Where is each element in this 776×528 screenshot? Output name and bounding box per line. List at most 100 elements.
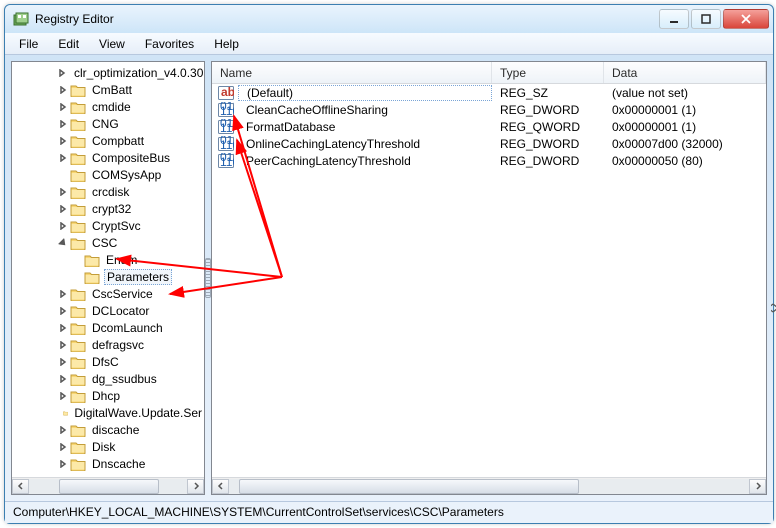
tree-node[interactable]: CmBatt xyxy=(16,81,204,98)
tree-node[interactable]: clr_optimization_v4.0.30 xyxy=(16,64,204,81)
list-horizontal-scrollbar[interactable] xyxy=(212,477,766,494)
column-type[interactable]: Type xyxy=(492,62,604,83)
tree-node[interactable]: CompositeBus xyxy=(16,149,204,166)
titlebar[interactable]: Registry Editor xyxy=(5,5,773,33)
scroll-right-icon[interactable] xyxy=(749,479,766,494)
value-name: (Default) xyxy=(238,85,492,101)
svg-text:110: 110 xyxy=(220,121,234,135)
scroll-thumb[interactable] xyxy=(239,479,579,494)
scroll-right-icon[interactable] xyxy=(187,479,204,494)
minimize-button[interactable] xyxy=(659,9,689,29)
folder-icon xyxy=(70,321,86,335)
tree-node[interactable]: Enum xyxy=(16,251,204,268)
expand-icon[interactable] xyxy=(58,442,68,452)
scroll-left-icon[interactable] xyxy=(12,479,29,494)
tree-horizontal-scrollbar[interactable] xyxy=(12,477,204,494)
menu-help[interactable]: Help xyxy=(204,34,249,54)
value-row[interactable]: 011110PeerCachingLatencyThresholdREG_DWO… xyxy=(212,152,766,169)
expand-icon[interactable] xyxy=(58,119,68,129)
scroll-left-icon[interactable] xyxy=(212,479,229,494)
tree-node[interactable]: CNG xyxy=(16,115,204,132)
tree-node[interactable]: COMSysApp xyxy=(16,166,204,183)
folder-icon xyxy=(70,304,86,318)
tree-node[interactable]: Dhcp xyxy=(16,387,204,404)
tree-node[interactable]: Parameters xyxy=(16,268,204,285)
expand-icon[interactable] xyxy=(58,68,66,78)
scroll-thumb[interactable] xyxy=(59,479,159,494)
value-data: 0x00000050 (80) xyxy=(604,154,766,168)
expand-icon[interactable] xyxy=(58,340,68,350)
tree-node[interactable]: cmdide xyxy=(16,98,204,115)
expand-icon[interactable] xyxy=(58,221,68,231)
folder-icon xyxy=(70,287,86,301)
value-row[interactable]: 011110CleanCacheOfflineSharingREG_DWORD0… xyxy=(212,101,766,118)
tree-node-label: COMSysApp xyxy=(90,168,163,182)
close-button[interactable] xyxy=(723,9,769,29)
menu-file[interactable]: File xyxy=(9,34,48,54)
svg-text:110: 110 xyxy=(220,104,234,118)
expand-icon[interactable] xyxy=(58,323,68,333)
tree-node[interactable]: DcomLaunch xyxy=(16,319,204,336)
expand-icon[interactable] xyxy=(58,374,68,384)
tree-node[interactable]: DfsC xyxy=(16,353,204,370)
tree-node-label: defragsvc xyxy=(90,338,146,352)
tree-node-label: DigitalWave.Update.Ser xyxy=(72,406,204,420)
value-type: REG_DWORD xyxy=(492,103,604,117)
expand-icon[interactable] xyxy=(58,153,68,163)
column-name[interactable]: Name xyxy=(212,62,492,83)
tree-node[interactable]: discache xyxy=(16,421,204,438)
expand-icon[interactable] xyxy=(58,187,68,197)
expand-icon[interactable] xyxy=(58,357,68,367)
value-type: REG_DWORD xyxy=(492,154,604,168)
expand-icon[interactable] xyxy=(58,85,68,95)
reg-binary-icon: 011110 xyxy=(218,119,234,135)
value-name: OnlineCachingLatencyThreshold xyxy=(238,137,492,151)
tree-node[interactable]: dg_ssudbus xyxy=(16,370,204,387)
tree-node[interactable]: Compbatt xyxy=(16,132,204,149)
expand-icon[interactable] xyxy=(58,306,68,316)
tree-node[interactable]: CryptSvc xyxy=(16,217,204,234)
tree-node-label: Enum xyxy=(104,253,139,267)
tree-node[interactable]: DCLocator xyxy=(16,302,204,319)
tree-node[interactable]: Disk xyxy=(16,438,204,455)
expand-icon[interactable] xyxy=(58,425,68,435)
tree-node[interactable]: CscService xyxy=(16,285,204,302)
tree-node[interactable]: crypt32 xyxy=(16,200,204,217)
maximize-button[interactable] xyxy=(691,9,721,29)
list-body[interactable]: ab(Default)REG_SZ(value not set)011110Cl… xyxy=(212,84,766,477)
tree-node[interactable]: crcdisk xyxy=(16,183,204,200)
expand-icon[interactable] xyxy=(58,391,68,401)
folder-icon xyxy=(70,440,86,454)
tree-node-label: crcdisk xyxy=(90,185,131,199)
menu-edit[interactable]: Edit xyxy=(48,34,89,54)
value-row[interactable]: ab(Default)REG_SZ(value not set) xyxy=(212,84,766,101)
tree-node-label: DcomLaunch xyxy=(90,321,165,335)
folder-icon xyxy=(70,134,86,148)
expand-icon[interactable] xyxy=(58,289,68,299)
menu-favorites[interactable]: Favorites xyxy=(135,34,204,54)
tree-scroll[interactable]: clr_optimization_v4.0.30CmBattcmdideCNGC… xyxy=(12,62,204,477)
menu-view[interactable]: View xyxy=(89,34,135,54)
collapse-icon[interactable] xyxy=(58,238,68,248)
registry-editor-window: Registry Editor File Edit View Favorites… xyxy=(4,4,774,524)
value-row[interactable]: 011110OnlineCachingLatencyThresholdREG_D… xyxy=(212,135,766,152)
folder-icon xyxy=(84,253,100,267)
tree-node-label: DfsC xyxy=(90,355,121,369)
tree-node[interactable]: CSC xyxy=(16,234,204,251)
status-path: Computer\HKEY_LOCAL_MACHINE\SYSTEM\Curre… xyxy=(13,505,504,519)
expand-icon[interactable] xyxy=(58,102,68,112)
resize-handle-icon[interactable] xyxy=(771,300,776,316)
column-data[interactable]: Data xyxy=(604,62,766,83)
tree-node[interactable]: defragsvc xyxy=(16,336,204,353)
expand-icon[interactable] xyxy=(58,459,68,469)
expand-icon[interactable] xyxy=(58,204,68,214)
tree-node-label: CompositeBus xyxy=(90,151,172,165)
folder-icon xyxy=(70,202,86,216)
tree-node-label: Parameters xyxy=(104,269,172,285)
tree-node-label: Disk xyxy=(90,440,117,454)
reg-string-icon: ab xyxy=(218,85,234,101)
value-row[interactable]: 011110FormatDatabaseREG_QWORD0x00000001 … xyxy=(212,118,766,135)
tree-node[interactable]: DigitalWave.Update.Ser xyxy=(16,404,204,421)
expand-icon[interactable] xyxy=(58,136,68,146)
tree-node[interactable]: Dnscache xyxy=(16,455,204,472)
